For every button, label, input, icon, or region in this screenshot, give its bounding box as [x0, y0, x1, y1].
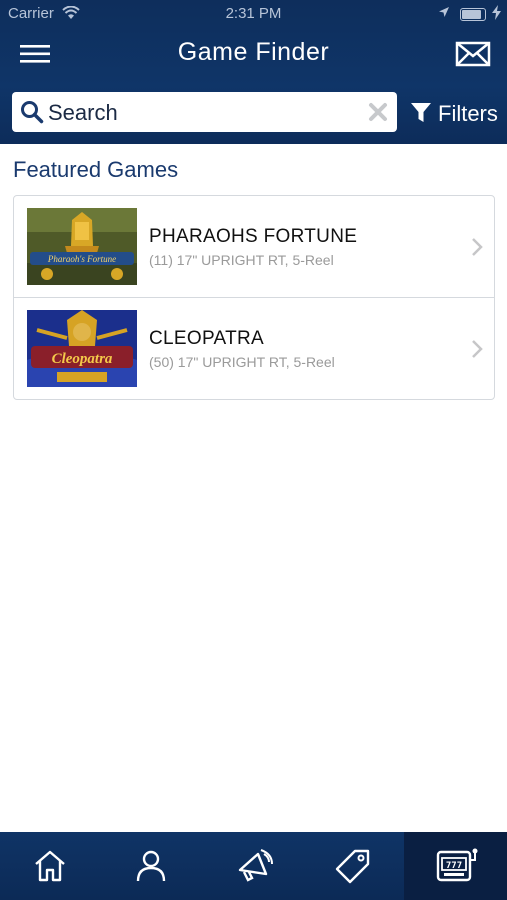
- tab-offers[interactable]: [303, 832, 404, 900]
- cleopatra-thumbnail: Cleopatra: [27, 310, 137, 387]
- game-details: (11) 17" UPRIGHT RT, 5-Reel: [149, 252, 334, 268]
- game-title: PHARAOHS FORTUNE: [149, 226, 358, 247]
- tab-promotions[interactable]: [202, 832, 303, 900]
- tab-home[interactable]: [0, 832, 101, 900]
- page-title: Game Finder: [177, 38, 330, 66]
- status-bar: Carrier 2:31 PM: [0, 0, 507, 28]
- chevron-right-icon: [472, 340, 483, 358]
- filters-label: Filters: [438, 101, 498, 126]
- tag-icon: [335, 849, 370, 884]
- featured-games-list: Pharaoh's Fortune PHARAOHS FORTUNE (11) …: [13, 195, 495, 400]
- game-row-cleopatra[interactable]: Cleopatra CLEOPATRA (50) 17" UPRIGHT RT,…: [14, 297, 494, 399]
- game-row-pharaohs-fortune[interactable]: Pharaoh's Fortune PHARAOHS FORTUNE (11) …: [14, 196, 494, 297]
- clear-search-icon[interactable]: [368, 102, 388, 122]
- home-icon: [35, 850, 65, 882]
- status-time: 2:31 PM: [225, 5, 282, 22]
- mail-icon[interactable]: [455, 40, 491, 68]
- game-title: CLEOPATRA: [149, 328, 264, 349]
- charging-bolt-icon: [492, 5, 501, 20]
- svg-text:Cleopatra: Cleopatra: [52, 351, 113, 367]
- pharaohs-fortune-thumbnail: Pharaoh's Fortune: [27, 208, 137, 285]
- game-details: (50) 17" UPRIGHT RT, 5-Reel: [149, 354, 335, 370]
- slot-machine-icon: 777: [436, 848, 478, 882]
- chevron-right-icon: [472, 238, 483, 256]
- filter-funnel-icon: [411, 103, 431, 122]
- megaphone-icon: [238, 849, 273, 882]
- tab-game-finder[interactable]: 777: [404, 832, 507, 900]
- tab-profile[interactable]: [101, 832, 202, 900]
- search-bar[interactable]: [12, 92, 397, 132]
- profile-icon: [136, 850, 166, 882]
- svg-text:777: 777: [446, 861, 462, 871]
- battery-icon: [460, 8, 486, 21]
- svg-text:Pharaoh's Fortune: Pharaoh's Fortune: [47, 254, 116, 264]
- header-bar: Carrier 2:31 PM Game Finder Search Filte…: [0, 0, 507, 144]
- search-input[interactable]: [46, 96, 360, 130]
- tab-bar: 777: [0, 832, 507, 900]
- search-icon: [21, 101, 44, 124]
- hamburger-menu-icon[interactable]: [18, 40, 52, 68]
- location-arrow-icon: [439, 7, 449, 17]
- featured-games-heading: Featured Games: [13, 157, 179, 182]
